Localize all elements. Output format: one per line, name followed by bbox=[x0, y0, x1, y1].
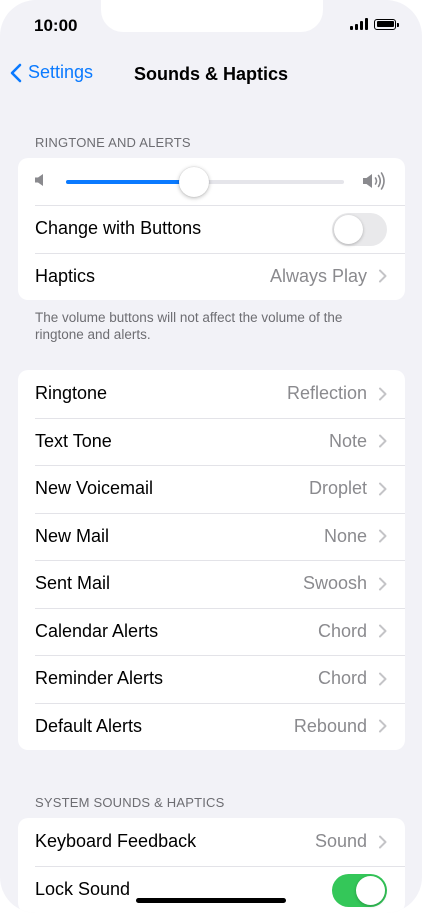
new-mail-label: New Mail bbox=[35, 525, 110, 546]
chevron-right-icon bbox=[379, 434, 387, 448]
calendar-alerts-value: Chord bbox=[317, 620, 367, 641]
chevron-right-icon bbox=[379, 529, 387, 543]
chevron-right-icon bbox=[379, 577, 387, 591]
chevron-right-icon bbox=[379, 269, 387, 283]
lock-sound-label: Lock Sound bbox=[35, 878, 131, 899]
chevron-right-icon bbox=[379, 672, 387, 686]
calendar-alerts-label: Calendar Alerts bbox=[35, 620, 159, 641]
ringtone-row[interactable]: Ringtone Reflection bbox=[18, 370, 405, 418]
section-header-system: SYSTEM SOUNDS & HAPTICS bbox=[35, 795, 225, 810]
status-icons bbox=[350, 18, 399, 30]
new-mail-value: None bbox=[323, 525, 367, 546]
new-voicemail-row[interactable]: New Voicemail Droplet bbox=[18, 465, 405, 513]
keyboard-feedback-value: Sound bbox=[314, 831, 367, 852]
text-tone-label: Text Tone bbox=[35, 430, 112, 451]
haptics-value: Always Play bbox=[269, 265, 367, 286]
reminder-alerts-label: Reminder Alerts bbox=[35, 668, 164, 689]
change-with-buttons-label: Change with Buttons bbox=[35, 218, 202, 239]
new-mail-row[interactable]: New Mail None bbox=[18, 512, 405, 561]
change-with-buttons-row: Change with Buttons bbox=[18, 205, 405, 253]
signal-icon bbox=[350, 18, 368, 30]
tones-card: Ringtone Reflection Text Tone Note New Voice… bbox=[18, 370, 405, 750]
battery-icon bbox=[374, 18, 399, 30]
ringtone-label: Ringtone bbox=[35, 383, 108, 404]
speaker-wave-icon bbox=[363, 172, 385, 190]
calendar-alerts-row[interactable]: Calendar Alerts Chord bbox=[18, 607, 405, 656]
notch bbox=[101, 0, 323, 32]
page-title: Sounds & Haptics bbox=[133, 64, 289, 84]
text-tone-row[interactable]: Text Tone Note bbox=[18, 417, 405, 466]
status-time: 10:00 bbox=[34, 16, 78, 35]
chevron-right-icon bbox=[379, 387, 387, 401]
default-alerts-row[interactable]: Default Alerts Rebound bbox=[18, 702, 405, 751]
ringtone-value: Reflection bbox=[286, 383, 367, 404]
reminder-alerts-row[interactable]: Reminder Alerts Chord bbox=[18, 655, 405, 703]
new-voicemail-label: New Voicemail bbox=[35, 478, 154, 499]
chevron-right-icon bbox=[379, 482, 387, 496]
lock-sound-row: Lock Sound bbox=[18, 865, 405, 913]
speaker-icon bbox=[35, 174, 43, 186]
haptics-row[interactable]: Haptics Always Play bbox=[18, 252, 405, 301]
new-voicemail-value: Droplet bbox=[308, 478, 367, 499]
change-with-buttons-toggle[interactable] bbox=[332, 213, 387, 246]
volume-slider[interactable] bbox=[66, 167, 344, 197]
ringtone-footer-note: The volume buttons will not affect the v… bbox=[35, 310, 343, 342]
chevron-right-icon bbox=[379, 719, 387, 733]
sent-mail-value: Swoosh bbox=[302, 573, 367, 594]
section-header-ringtone: RINGTONE AND ALERTS bbox=[35, 135, 191, 150]
text-tone-value: Note bbox=[328, 430, 367, 451]
volume-slider-thumb[interactable] bbox=[178, 167, 209, 197]
chevron-right-icon bbox=[379, 835, 387, 849]
default-alerts-label: Default Alerts bbox=[35, 715, 143, 736]
navigation-bar: Settings Sounds & Haptics bbox=[0, 58, 422, 92]
keyboard-feedback-label: Keyboard Feedback bbox=[35, 831, 197, 852]
chevron-right-icon bbox=[379, 624, 387, 638]
reminder-alerts-value: Chord bbox=[317, 668, 367, 689]
volume-slider-fill bbox=[66, 180, 194, 184]
volume-slider-row bbox=[18, 158, 405, 205]
sent-mail-row[interactable]: Sent Mail Swoosh bbox=[18, 560, 405, 608]
sent-mail-label: Sent Mail bbox=[35, 573, 111, 594]
keyboard-feedback-row[interactable]: Keyboard Feedback Sound bbox=[18, 818, 405, 866]
home-indicator[interactable] bbox=[136, 898, 286, 903]
ringtone-alerts-card: Change with Buttons Haptics Always Play bbox=[18, 158, 405, 300]
phone-screen: 10:00 Settings Sounds & Haptics RINGTONE… bbox=[0, 0, 422, 913]
haptics-label: Haptics bbox=[35, 265, 96, 286]
lock-sound-toggle[interactable] bbox=[332, 873, 387, 907]
default-alerts-value: Rebound bbox=[293, 715, 367, 736]
